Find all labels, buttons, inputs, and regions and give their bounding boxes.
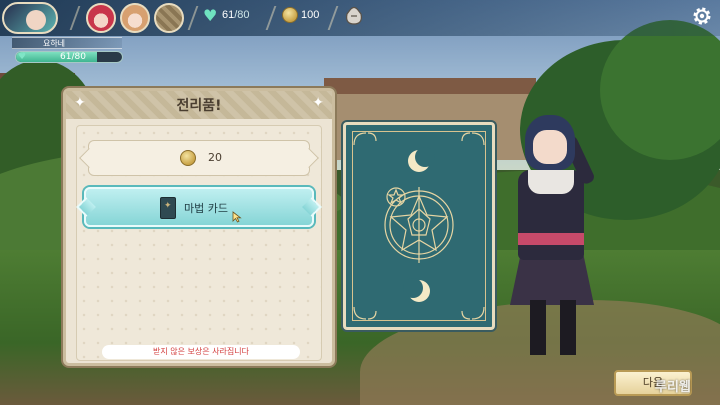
panel-title: 전리품!	[176, 98, 222, 114]
coin-count: 100	[301, 9, 320, 21]
player-character	[500, 115, 610, 355]
reward-item-coins[interactable]: 20	[79, 140, 319, 176]
bag-icon[interactable]	[344, 4, 364, 26]
magic-card-icon	[160, 197, 176, 219]
hud-divider	[187, 6, 199, 30]
coin-icon	[180, 150, 196, 166]
magic-card-preview[interactable]	[343, 122, 495, 330]
gear-icon[interactable]	[690, 4, 714, 28]
heart-icon: ♥	[18, 52, 27, 62]
top-hud: ♥ 61/80 100	[0, 0, 720, 36]
party-member-avatar[interactable]	[86, 3, 116, 33]
reward-label: 마법 카드	[184, 202, 228, 215]
hp-bar: 61/80	[15, 51, 123, 63]
card-emblem-art	[353, 132, 485, 320]
party-leader-avatar[interactable]	[2, 2, 58, 34]
hp-text: 61/80	[60, 52, 86, 62]
reward-label: 20	[208, 151, 222, 164]
hud-divider	[265, 6, 277, 30]
hud-divider	[327, 6, 339, 30]
empty-party-slot[interactable]	[154, 3, 184, 33]
heart-icon: ♥	[203, 6, 218, 25]
coin-icon	[282, 7, 298, 23]
reward-panel: ✦ ✦ 전리품! 20 마법 카드 받지 않은 보상은 사라집니다	[63, 88, 335, 366]
watermark: 루리웹	[655, 380, 691, 395]
player-name: 요하네	[42, 39, 66, 48]
pointer-cursor-icon	[232, 211, 242, 223]
stamina-value: 61/80	[222, 9, 250, 21]
reward-item-magic-card[interactable]: 마법 카드	[76, 187, 322, 227]
expiry-notice: 받지 않은 보상은 사라집니다	[102, 345, 300, 359]
hud-divider	[69, 6, 81, 30]
party-member-avatar[interactable]	[120, 3, 150, 33]
